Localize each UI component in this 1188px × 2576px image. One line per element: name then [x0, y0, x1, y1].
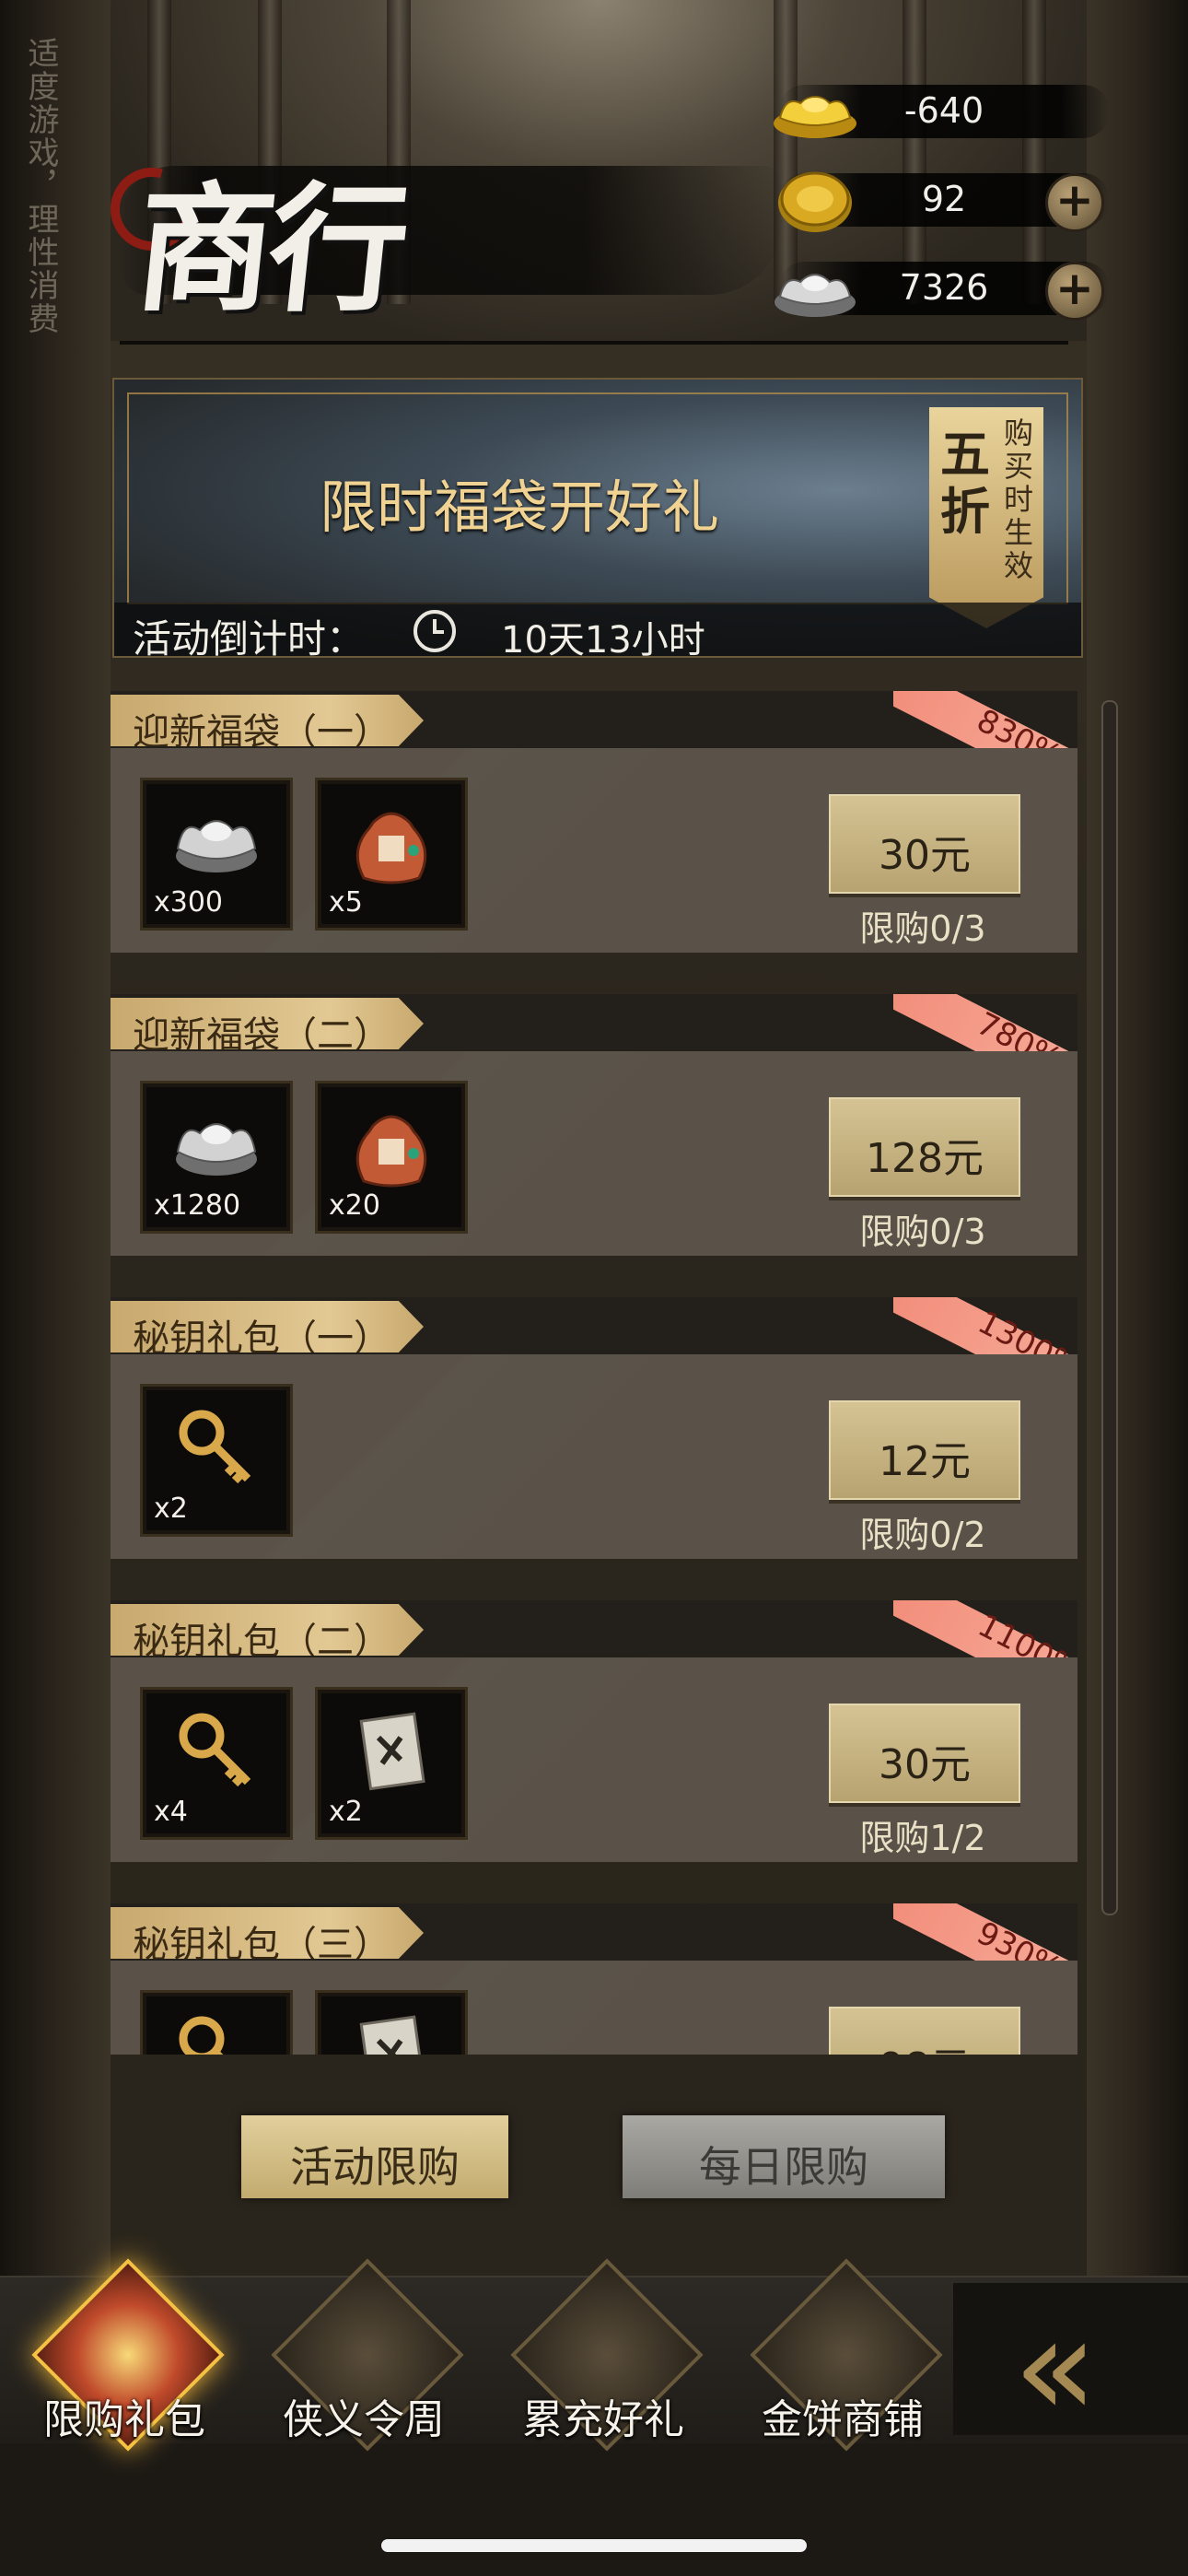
buy-button[interactable]: 30元 [829, 1704, 1020, 1803]
tab-daily-limited[interactable]: 每日限购 [623, 2115, 945, 2198]
countdown-label: 活动倒计时： [133, 616, 366, 658]
buy-button[interactable]: 30元 [829, 794, 1020, 894]
silver-ingot-value: 7326 [899, 267, 989, 308]
gold-coin-icon [778, 171, 852, 232]
countdown-bar: 活动倒计时： 10天13小时 [114, 603, 1081, 656]
reward-item[interactable]: x20 [315, 1081, 468, 1234]
package-card: 迎新福袋（一） 830% x300 x5 30元 限购0/3 [111, 691, 1077, 958]
discount-label: 五折 [940, 425, 990, 541]
reward-item[interactable]: x2 [140, 1384, 293, 1537]
golden-key-icon [179, 2016, 225, 2055]
nav-gold-cake-shop[interactable]: 金饼商铺 [728, 2258, 958, 2452]
left-rail [0, 0, 111, 2276]
nav-recharge-rewards[interactable]: 累充好礼 [488, 2258, 718, 2452]
reward-item[interactable] [140, 1990, 293, 2055]
package-card: 秘钥礼包（二） 1100% x4 x2 30元 限购1/2 [111, 1600, 1077, 1868]
buy-button[interactable]: 128元 [829, 1097, 1020, 1197]
lucky-bag-icon [355, 1115, 427, 1188]
reward-item[interactable]: x4 [140, 1687, 293, 1840]
header-divider [120, 341, 1068, 345]
purchase-limit: 限购0/3 [859, 908, 986, 949]
item-count: x5 [329, 886, 363, 919]
item-count: x2 [329, 1796, 363, 1828]
add-gold-coin-button[interactable]: + [1045, 173, 1104, 232]
package-list[interactable]: 迎新福袋（一） 830% x300 x5 30元 限购0/3 迎新福袋（二） 7… [111, 691, 1077, 2055]
clock-icon [413, 610, 456, 652]
add-silver-ingot-button[interactable]: + [1045, 262, 1104, 321]
gold-ingot-icon [774, 96, 856, 138]
secret-scroll-icon [359, 1712, 425, 1791]
silver-ingot-icon [775, 274, 856, 317]
lucky-bag-icon [355, 812, 427, 884]
gold-coin-value: 92 [921, 179, 967, 219]
nav-chivalry-pass[interactable]: 侠义令周 [249, 2258, 479, 2452]
buy-button[interactable]: 98元 [829, 2007, 1020, 2055]
purchase-limit: 限购0/3 [859, 1212, 986, 1252]
promo-banner: 限时福袋开好礼 五折 购买时生效 活动倒计时： 10天13小时 [112, 378, 1083, 658]
page-title: 商行 [128, 169, 411, 331]
reward-item[interactable]: x1280 [140, 1081, 293, 1234]
item-count: x20 [329, 1189, 380, 1222]
banner-title: 限时福袋开好礼 [319, 474, 719, 541]
golden-key-icon [179, 1713, 251, 1787]
currency-gold-ingot: -640 [774, 77, 1110, 146]
currency-silver-ingot: 7326 + [775, 254, 1110, 322]
silver-ingot-icon [176, 1123, 257, 1176]
package-card: 秘钥礼包（三） 930% 98元 [111, 1903, 1077, 2055]
package-card: 迎新福袋（二） 780% x1280 x20 128元 限购0/3 [111, 994, 1077, 1261]
reward-item[interactable] [315, 1990, 468, 2055]
package-card: 秘钥礼包（一） 1300% x2 12元 限购0/2 [111, 1297, 1077, 1564]
reward-item[interactable]: x300 [140, 778, 293, 931]
nav-limited-gift[interactable]: 限购礼包 [9, 2258, 239, 2452]
golden-key-icon [179, 1410, 251, 1484]
silver-ingot-icon [176, 820, 257, 872]
reward-item[interactable]: x5 [315, 778, 468, 931]
countdown-value: 10天13小时 [501, 619, 705, 658]
buy-button[interactable]: 12元 [829, 1400, 1020, 1500]
list-scrollbar[interactable] [1101, 700, 1118, 1915]
currency-gold-coin: 92 + [778, 166, 1110, 234]
collapse-nav-button[interactable] [953, 2283, 1188, 2435]
purchase-limit: 限购1/2 [859, 1818, 986, 1858]
item-count: x300 [154, 886, 224, 919]
gold-ingot-value: -640 [903, 90, 984, 131]
item-count: x2 [154, 1493, 188, 1525]
secret-scroll-icon [359, 2015, 425, 2055]
home-indicator[interactable] [381, 2539, 807, 2552]
purchase-limit: 限购0/2 [859, 1515, 986, 1555]
currency-panel: -640 92 + 7326 + [774, 77, 1110, 322]
item-count: x1280 [154, 1189, 241, 1222]
reward-item[interactable]: x2 [315, 1687, 468, 1840]
tab-event-limited[interactable]: 活动限购 [241, 2115, 508, 2198]
healthy-gaming-notice: 适度游戏，理性消费 [22, 37, 59, 335]
double-chevron-left-icon: « [1013, 2288, 1098, 2448]
discount-condition: 购买时生效 [1003, 416, 1033, 583]
item-count: x4 [154, 1796, 188, 1828]
